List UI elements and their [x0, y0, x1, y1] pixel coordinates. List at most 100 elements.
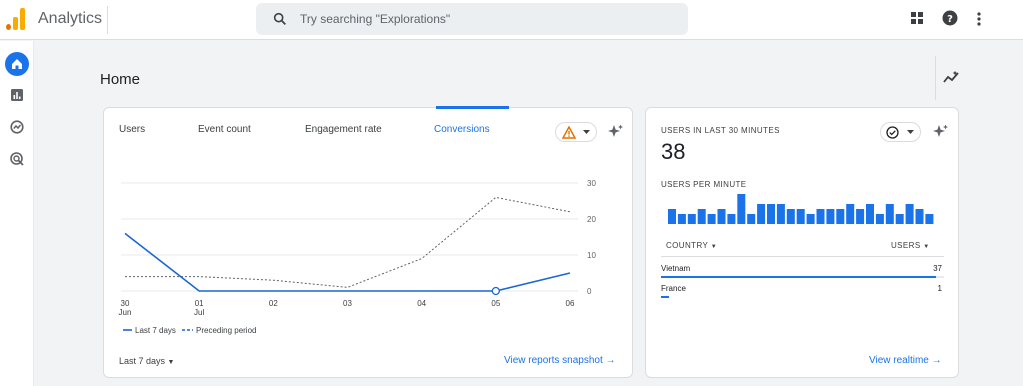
series-line-last-7-days — [124, 232, 571, 292]
users-per-minute-label: USERS PER MINUTE — [661, 180, 747, 189]
country-row-value: 1 — [937, 284, 942, 293]
apps-grid-icon[interactable] — [910, 11, 924, 25]
nav-explore[interactable] — [5, 115, 29, 139]
country-share-bar — [661, 276, 936, 278]
per-minute-bar — [895, 214, 904, 224]
search-bar[interactable]: Try searching "Explorations" — [256, 3, 688, 35]
view-reports-snapshot-link[interactable]: View reports snapshot → — [504, 355, 616, 366]
per-minute-bar — [727, 214, 736, 224]
per-minute-bar — [677, 214, 686, 224]
per-minute-bar — [757, 204, 766, 224]
view-reports-snapshot-label: View reports snapshot — [504, 355, 603, 366]
users-column-header[interactable]: USERS ▼ — [891, 241, 930, 250]
anomaly-dropdown[interactable] — [555, 122, 597, 142]
tab-users[interactable]: Users — [119, 124, 145, 135]
nav-home[interactable] — [5, 52, 29, 76]
per-minute-bar — [697, 209, 706, 224]
x-tick-label: 05 — [491, 299, 500, 308]
y-tick-label: 30 — [587, 179, 596, 188]
country-row-label: France — [661, 284, 686, 293]
chevron-down-icon: ▼ — [923, 244, 930, 250]
per-minute-bar — [668, 209, 676, 224]
per-minute-bar — [707, 214, 716, 224]
help-icon[interactable]: ? — [942, 10, 958, 26]
country-column-header[interactable]: COUNTRY ▼ — [666, 241, 717, 250]
tab-event-count[interactable]: Event count — [198, 124, 251, 135]
per-minute-bar — [737, 194, 746, 224]
advertising-icon — [10, 152, 24, 166]
x-tick-label: 03 — [343, 299, 352, 308]
active-tab-indicator — [436, 106, 509, 109]
data-point-highlight — [491, 286, 500, 296]
realtime-status-dropdown[interactable] — [880, 122, 921, 142]
per-minute-bar — [786, 209, 795, 224]
y-tick-label: 0 — [587, 287, 592, 296]
tab-conversions[interactable]: Conversions — [434, 124, 490, 135]
tab-engagement-rate[interactable]: Engagement rate — [305, 124, 382, 135]
per-minute-bar — [915, 209, 924, 224]
explore-icon — [10, 120, 24, 134]
per-minute-bar — [816, 209, 825, 224]
per-minute-bar — [717, 209, 726, 224]
per-minute-bar — [905, 204, 914, 224]
legend-label: Last 7 days — [135, 326, 176, 335]
nav-reports[interactable] — [5, 83, 29, 107]
per-minute-bar — [846, 204, 855, 224]
x-tick-label: 30 — [121, 299, 130, 308]
nav-advertising[interactable] — [5, 147, 29, 171]
arrow-right-icon: → — [605, 355, 616, 366]
sparkle-icon[interactable] — [932, 124, 949, 140]
per-minute-bar — [856, 209, 865, 224]
more-vert-icon[interactable] — [976, 11, 982, 27]
y-tick-label: 20 — [587, 215, 596, 224]
x-tick-label: 04 — [417, 299, 426, 308]
date-range-label: Last 7 days — [119, 356, 166, 366]
per-minute-bar — [866, 204, 874, 224]
sparkle-icon[interactable] — [607, 124, 624, 140]
per-minute-bar — [885, 204, 894, 224]
per-minute-bar — [796, 209, 805, 224]
per-minute-bar — [776, 204, 785, 224]
chevron-down-icon — [907, 130, 914, 134]
nav-rail — [0, 41, 34, 386]
date-range-selector[interactable]: Last 7 days ▼ — [119, 356, 174, 366]
home-icon — [12, 59, 22, 69]
per-minute-bar — [836, 209, 845, 224]
per-minute-bar — [875, 214, 884, 224]
page-title: Home — [100, 71, 141, 88]
country-share-bar — [661, 296, 670, 298]
users-per-minute-chart — [668, 194, 934, 224]
view-realtime-label: View realtime — [869, 355, 929, 366]
conversions-chart: 010203030Jun01Jul02 03 04 05 06Last 7 days Pr… — [119, 179, 597, 335]
check-circle-icon — [886, 126, 899, 139]
analytics-logo[interactable] — [6, 8, 26, 30]
search-input[interactable]: Try searching "Explorations" — [300, 12, 450, 26]
per-minute-bar — [826, 209, 835, 224]
arrow-right-icon: → — [931, 355, 942, 366]
x-tick-label: Jun — [119, 308, 132, 317]
chevron-down-icon: ▼ — [167, 359, 175, 366]
chevron-down-icon — [583, 130, 590, 134]
country-row-label: Vietnam — [661, 264, 691, 273]
x-tick-label: 01 — [195, 299, 204, 308]
country-header-label: COUNTRY — [666, 241, 709, 250]
users-header-label: USERS — [891, 241, 921, 250]
per-minute-bar — [767, 204, 775, 224]
realtime-user-count: 38 — [661, 139, 686, 164]
country-row-value: 37 — [933, 264, 942, 273]
x-tick-label: Jul — [194, 308, 204, 317]
per-minute-bar — [747, 214, 756, 224]
insights-icon[interactable] — [943, 70, 960, 84]
search-icon — [273, 12, 286, 25]
realtime-heading: USERS IN LAST 30 MINUTES — [661, 126, 780, 135]
y-tick-label: 10 — [587, 251, 596, 260]
chevron-down-icon: ▼ — [710, 244, 718, 250]
warning-icon — [562, 126, 576, 139]
series-line-preceding-period — [125, 196, 571, 288]
top-bar: Analytics Try searching "Explorations" ? — [0, 0, 1023, 40]
view-realtime-link[interactable]: View realtime → — [869, 355, 942, 366]
per-minute-bar — [806, 214, 815, 224]
svg-text:?: ? — [947, 14, 953, 25]
x-tick-label: 02 — [269, 299, 278, 308]
reports-icon — [11, 89, 23, 101]
